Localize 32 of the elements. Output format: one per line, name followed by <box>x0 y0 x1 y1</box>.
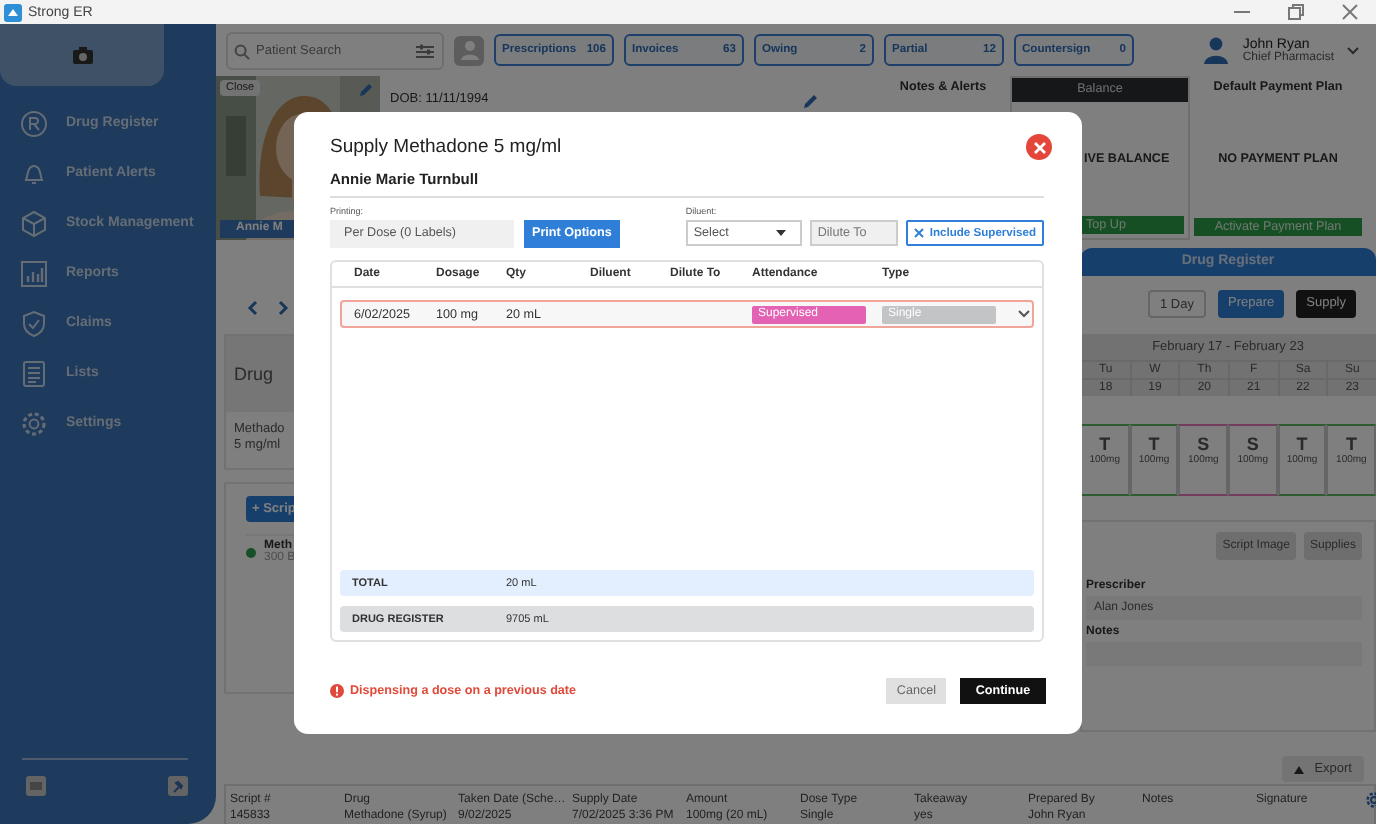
status-dot-icon <box>246 547 256 557</box>
logo-badge-icon <box>26 776 46 796</box>
list-icon <box>20 359 48 387</box>
bell-icon <box>20 159 48 187</box>
chevron-right-icon <box>278 300 290 316</box>
camera-icon <box>71 46 93 64</box>
box-icon <box>20 209 48 237</box>
filter-icon <box>416 43 434 59</box>
x-icon <box>913 228 924 238</box>
pin-icon <box>168 776 188 796</box>
chevron-left-icon <box>246 300 258 316</box>
user-avatar-icon <box>1202 36 1231 64</box>
chevron-down-icon <box>1018 310 1030 318</box>
chevron-down-icon <box>1346 45 1360 55</box>
caret-icon <box>775 230 786 236</box>
close-icon <box>1033 141 1045 153</box>
add-patient-button[interactable] <box>454 35 484 65</box>
dialog-title: Supply Methadone 5 mg/ml <box>330 135 562 157</box>
close-button[interactable] <box>1026 134 1052 160</box>
triangle-up-icon <box>1294 765 1305 773</box>
gear-icon <box>20 409 48 437</box>
person-icon <box>457 38 481 62</box>
warning-icon <box>330 684 344 698</box>
register-icon <box>20 109 48 137</box>
search-icon <box>234 43 250 59</box>
restore-icon <box>1286 2 1306 22</box>
edit-icon <box>358 82 374 98</box>
camera-button[interactable] <box>0 24 164 86</box>
bar-chart-icon <box>20 259 48 287</box>
close-icon <box>1340 2 1360 22</box>
column-header: Drug <box>234 364 274 384</box>
shield-check-icon <box>20 309 48 337</box>
